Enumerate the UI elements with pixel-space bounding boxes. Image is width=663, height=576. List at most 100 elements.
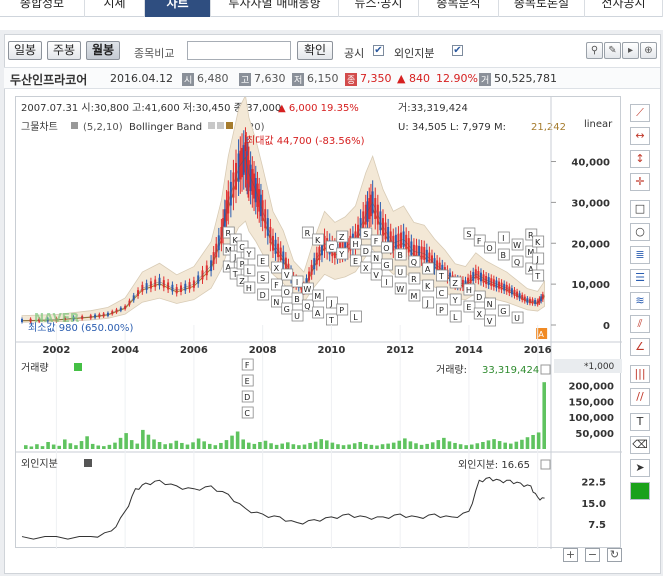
tab-analysis[interactable]: 종목분석 bbox=[419, 0, 499, 17]
tab-overview[interactable]: 종합정보 bbox=[0, 0, 85, 17]
foreign-close-icon[interactable] bbox=[540, 459, 551, 470]
volume-bar bbox=[246, 442, 251, 449]
volume-bar bbox=[202, 441, 206, 449]
disclosure-marker: I bbox=[497, 231, 510, 244]
zoom-icon[interactable]: ⊕ bbox=[640, 42, 657, 59]
disclosure-marker: C bbox=[326, 240, 338, 253]
tab-news-disclosure[interactable]: 뉴스·공시 bbox=[339, 0, 419, 17]
disclosure-marker-letter: G bbox=[500, 307, 506, 316]
volume-bar bbox=[481, 442, 485, 449]
volume-bar bbox=[436, 440, 441, 449]
price-tick-label: 0 bbox=[603, 321, 610, 332]
fan-tool-icon[interactable]: ☰ bbox=[630, 269, 650, 287]
disclosure-marker: G bbox=[281, 302, 294, 315]
volume-bar bbox=[369, 444, 374, 449]
foreign-swatch bbox=[84, 459, 92, 467]
play-icon[interactable]: ▸ bbox=[622, 42, 639, 59]
horizontal-line-tool-icon[interactable]: ↔ bbox=[630, 127, 650, 145]
disclosure-marker: B bbox=[291, 292, 304, 305]
volume-tick-label: 100,000 bbox=[568, 413, 614, 424]
cycle-tool-icon[interactable]: ||| bbox=[630, 365, 650, 383]
disclosure-marker-letter: Y bbox=[338, 250, 344, 259]
bollinger-swatch-upper bbox=[208, 122, 215, 129]
x-tick-label: 2002 bbox=[42, 345, 70, 356]
disclosure-marker: Y bbox=[336, 247, 349, 260]
trendline-tool-icon[interactable]: ⟋ bbox=[630, 104, 650, 122]
fibonacci-tool-icon[interactable]: ≣ bbox=[630, 246, 650, 264]
disclosure-marker: U bbox=[291, 309, 304, 322]
disclosure-marker-letter: U bbox=[397, 268, 403, 277]
volume-icon: 거 bbox=[479, 73, 492, 86]
volume-bar bbox=[152, 439, 156, 449]
eraser-tool-icon[interactable]: ⌫ bbox=[630, 436, 650, 454]
volume-bar bbox=[230, 435, 234, 449]
volume-close-icon[interactable] bbox=[540, 364, 551, 375]
disclosure-label: 공시 bbox=[344, 47, 365, 60]
volume-swatch bbox=[74, 363, 82, 371]
compare-input[interactable] bbox=[187, 41, 291, 60]
volume-bar bbox=[252, 443, 257, 449]
arc-tool-icon[interactable]: ≋ bbox=[630, 292, 650, 310]
disclosure-marker-letter: B bbox=[397, 251, 403, 260]
volume-bar bbox=[486, 440, 491, 449]
disclosure-marker: L bbox=[350, 310, 362, 323]
volume-bar bbox=[514, 441, 519, 449]
pen-icon[interactable]: ✎ bbox=[604, 42, 621, 59]
disclosure-marker-letter: S bbox=[466, 230, 471, 239]
volume-bar bbox=[425, 443, 429, 449]
disclosure-marker-letter: Q bbox=[304, 302, 310, 311]
tab-e-disclosure[interactable]: 전자공시 bbox=[585, 0, 663, 17]
disclosure-marker-letter: L bbox=[453, 313, 458, 322]
volume-bar bbox=[174, 440, 179, 449]
disclosure-checkbox[interactable]: ✔ bbox=[373, 45, 384, 56]
daily-button[interactable]: 일봉 bbox=[8, 41, 42, 60]
disclosure-marker: Q bbox=[408, 255, 421, 268]
volume-bar bbox=[146, 434, 151, 449]
volume-tick-label: 50,000 bbox=[575, 429, 614, 440]
circle-tool-icon[interactable]: ○ bbox=[630, 223, 650, 241]
crosshair-tool-icon[interactable]: ✛ bbox=[630, 173, 650, 191]
price-tick-label: 40,000 bbox=[571, 158, 610, 169]
disclosure-marker: Q bbox=[301, 299, 314, 312]
monthly-button[interactable]: 월봉 bbox=[86, 41, 120, 60]
disclosure-marker-letter: J bbox=[536, 255, 539, 264]
volume-bar bbox=[308, 442, 312, 449]
price-y-axis: 40,000 30,000 20,000 10,000 0 bbox=[551, 158, 610, 332]
disclosure-marker: S bbox=[463, 227, 476, 240]
bollinger-swatch-lower bbox=[217, 122, 224, 129]
volume-bar bbox=[403, 438, 407, 449]
refresh-icon[interactable]: ↻ bbox=[607, 548, 622, 562]
confirm-button[interactable]: 확인 bbox=[297, 41, 333, 60]
foreign-checkbox[interactable]: ✔ bbox=[452, 45, 463, 56]
disclosure-marker: F bbox=[370, 234, 383, 247]
volume-bar bbox=[291, 444, 296, 449]
disclosure-marker: T bbox=[326, 313, 338, 326]
foreign-ownership-polyline bbox=[21, 476, 545, 540]
disclosure-marker-letter: J bbox=[425, 299, 428, 308]
channel-tool-icon[interactable]: ⫽ bbox=[630, 315, 650, 333]
tab-discussion[interactable]: 종목토론실 bbox=[499, 0, 585, 17]
weekly-button[interactable]: 주봉 bbox=[47, 41, 81, 60]
chart-area[interactable]: 2007.07.31 시:30,800 고:41,600 저:30,450 종:… bbox=[15, 94, 622, 549]
tab-chart[interactable]: 차트 bbox=[145, 0, 211, 17]
parallel-tool-icon[interactable]: // bbox=[630, 388, 650, 406]
bulb-icon[interactable]: ⚲ bbox=[586, 42, 603, 59]
disclosure-marker: F bbox=[271, 278, 283, 291]
volume-bar bbox=[118, 437, 123, 449]
rectangle-tool-icon[interactable]: □ bbox=[630, 200, 650, 218]
volume-bar bbox=[85, 436, 89, 449]
disclosure-marker: T bbox=[532, 269, 545, 282]
tab-price[interactable]: 시세 bbox=[85, 0, 145, 17]
zoom-in-icon[interactable]: + bbox=[563, 548, 578, 562]
zoom-out-icon[interactable]: − bbox=[585, 548, 600, 562]
text-tool-icon[interactable]: T bbox=[630, 413, 650, 431]
band-stats: U: 34,505 L: 7,979 M: bbox=[398, 122, 506, 133]
price-tick-label: 20,000 bbox=[571, 239, 610, 250]
color-picker-icon[interactable] bbox=[630, 482, 650, 500]
cursor-tool-icon[interactable]: ➤ bbox=[630, 459, 650, 477]
vertical-line-tool-icon[interactable]: ↕ bbox=[630, 150, 650, 168]
disclosure-marker-letter: E bbox=[466, 303, 471, 312]
tab-investor-trading[interactable]: 투자자별 매매동향 bbox=[211, 0, 339, 17]
disclosure-marker: J bbox=[532, 252, 545, 265]
angle-tool-icon[interactable]: ∠ bbox=[630, 338, 650, 356]
